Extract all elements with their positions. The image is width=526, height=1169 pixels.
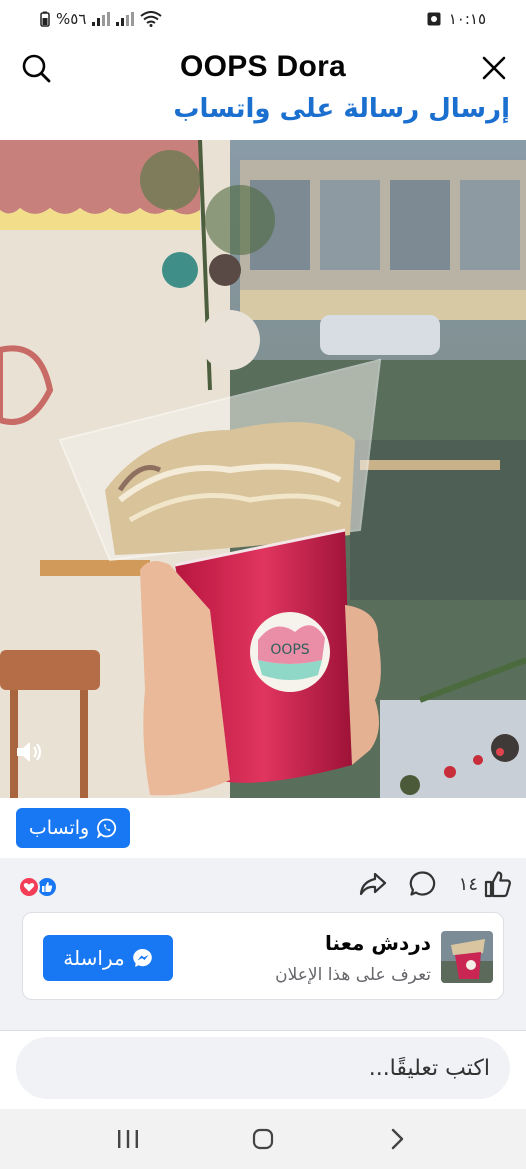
wifi-icon [140, 11, 163, 27]
comment-icon [409, 871, 435, 896]
comment-button[interactable] [409, 870, 437, 898]
whatsapp-button[interactable]: واتساب [16, 808, 130, 848]
back-button[interactable] [373, 1117, 423, 1161]
messenger-send-button[interactable]: مراسلة [43, 935, 173, 981]
status-left: %٥٦ [40, 10, 163, 28]
status-right: ١٠:١٥ [427, 10, 486, 28]
signal-icon [92, 12, 111, 26]
cta-bar: واتساب [0, 798, 526, 858]
reaction-summary[interactable] [18, 876, 58, 898]
like-count: ١٤ [458, 873, 478, 895]
clock: ١٠:١٥ [448, 10, 486, 28]
like-icon [484, 871, 511, 898]
messenger-button-label: مراسلة [63, 946, 125, 970]
ad-thumbnail [441, 931, 493, 983]
comment-composer [0, 1031, 526, 1109]
back-icon [392, 1128, 404, 1150]
sticker-text: OOPS [270, 642, 309, 658]
engagement-bar: ١٤ [0, 864, 526, 908]
battery-icon [40, 11, 50, 27]
like-button[interactable]: ١٤ [459, 870, 512, 898]
volume-icon [17, 742, 42, 762]
system-nav-bar [0, 1109, 526, 1169]
close-icon [482, 56, 506, 80]
home-button[interactable] [238, 1117, 288, 1161]
comment-input[interactable] [16, 1037, 510, 1099]
ad-media[interactable]: OOPS [0, 140, 526, 798]
close-button[interactable] [474, 48, 514, 88]
messenger-icon [132, 948, 152, 967]
battery-percent: %٥٦ [56, 10, 87, 28]
signal-icon [116, 12, 135, 26]
status-bar: %٥٦ ١٠:١٥ [0, 0, 526, 38]
love-reaction-icon [18, 876, 40, 898]
card-subtitle[interactable]: تعرف على هذا الإعلان [275, 965, 431, 985]
action-buttons: ١٤ [359, 870, 512, 898]
volume-button[interactable] [14, 738, 44, 768]
home-icon [252, 1128, 274, 1150]
whatsapp-icon [97, 818, 117, 838]
ad-video-image: OOPS [0, 140, 526, 798]
whatsapp-button-label: واتساب [28, 817, 90, 839]
page-title: OOPS Dora [179, 50, 347, 83]
messenger-ad-card[interactable]: دردش معنا تعرف على هذا الإعلان مراسلة [22, 912, 504, 1000]
share-button[interactable] [359, 871, 387, 897]
share-icon [359, 872, 386, 896]
whatsapp-subtitle-link[interactable]: إرسال رسالة على واتساب [173, 94, 510, 124]
recent-apps-icon [117, 1130, 138, 1148]
recent-apps-button[interactable] [103, 1117, 153, 1161]
card-title: دردش معنا [325, 931, 431, 955]
top-row: OOPS Dora [0, 46, 526, 90]
screen-record-icon [427, 12, 441, 26]
top-bar: OOPS Dora إرسال رسالة على واتساب [0, 38, 526, 138]
